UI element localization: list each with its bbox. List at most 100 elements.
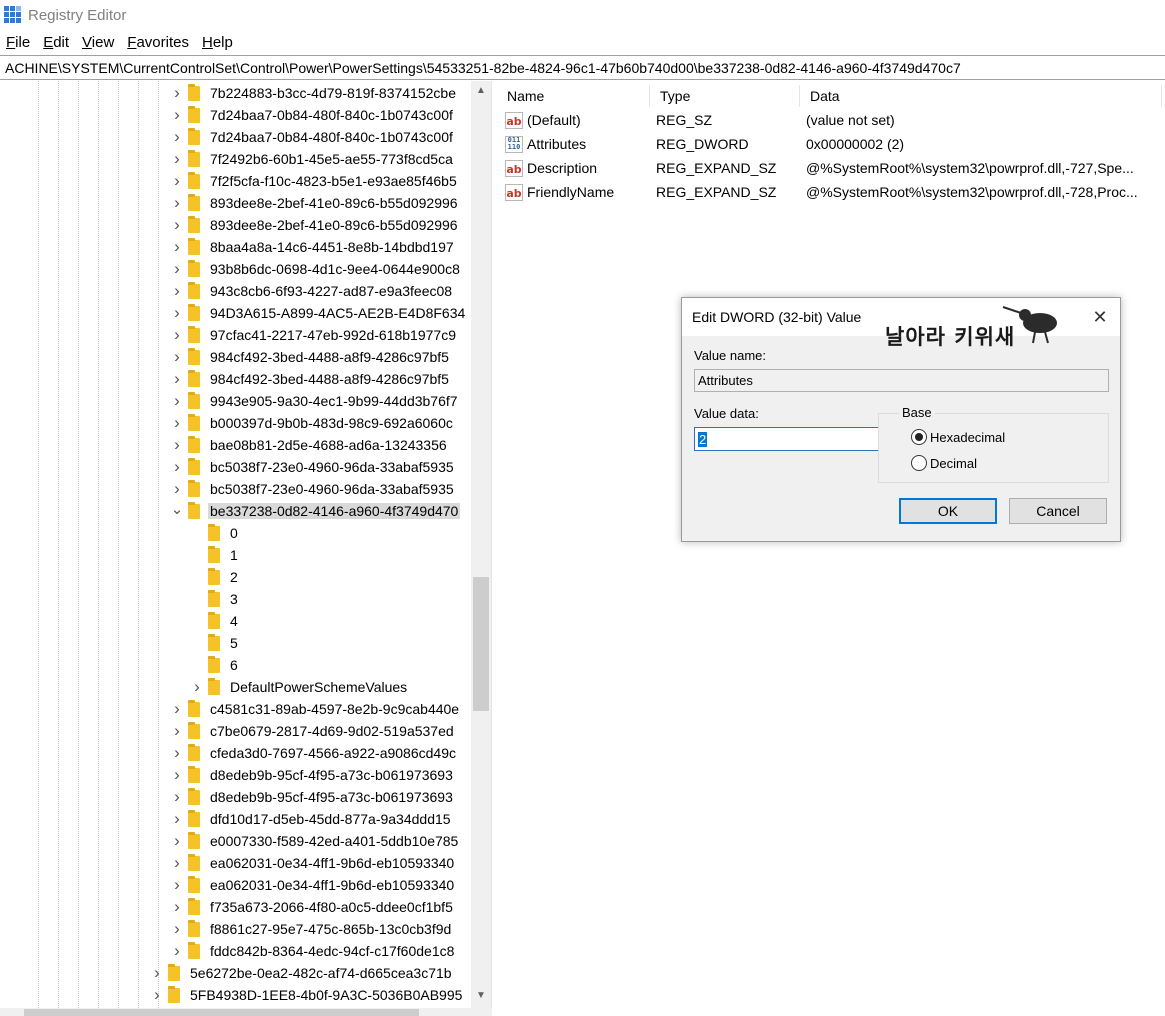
menu-help[interactable]: Help (202, 34, 233, 51)
menu-edit[interactable]: Edit (43, 34, 69, 51)
chevron-right-icon[interactable]: › (170, 368, 184, 390)
chevron-right-icon[interactable]: › (170, 742, 184, 764)
tree-node[interactable]: › c7be0679-2817-4d69-9d02-519a537ed (170, 720, 471, 742)
chevron-right-icon[interactable]: › (170, 346, 184, 368)
chevron-right-icon[interactable]: › (170, 324, 184, 346)
column-header-type[interactable]: Type (650, 85, 800, 107)
registry-tree[interactable]: › 7b224883-b3cc-4d79-819f-8374152cbe › 7d24… (0, 81, 492, 1016)
cancel-button[interactable]: Cancel (1009, 498, 1107, 524)
tree-node[interactable]: 0 (190, 522, 471, 544)
menu-favorites[interactable]: Favorites (127, 34, 189, 51)
chevron-right-icon[interactable]: › (190, 676, 204, 698)
chevron-right-icon[interactable]: › (170, 126, 184, 148)
chevron-right-icon[interactable]: › (170, 258, 184, 280)
tree-node[interactable]: › e0007330-f589-42ed-a401-5ddb10e785 (170, 830, 471, 852)
ok-button[interactable]: OK (899, 498, 997, 524)
tree-node[interactable]: › bc5038f7-23e0-4960-96da-33abaf5935 (170, 456, 471, 478)
tree-node[interactable]: › d8edeb9b-95cf-4f95-a73c-b061973693 (170, 764, 471, 786)
chevron-right-icon[interactable]: › (170, 214, 184, 236)
tree-node[interactable]: › c4581c31-89ab-4597-8e2b-9c9cab440e (170, 698, 471, 720)
scrollbar-thumb[interactable] (24, 1009, 419, 1016)
chevron-right-icon[interactable]: › (170, 720, 184, 742)
chevron-right-icon[interactable]: › (170, 236, 184, 258)
chevron-down-icon[interactable]: ⌄ (170, 500, 184, 522)
tree-node[interactable]: › f8861c27-95e7-475c-865b-13c0cb3f9d (170, 918, 471, 940)
tree-node[interactable]: › 984cf492-3bed-4488-a8f9-4286c97bf5 (170, 346, 471, 368)
chevron-right-icon[interactable]: › (170, 170, 184, 192)
tree-node[interactable]: › f735a673-2066-4f80-a0c5-ddee0cf1bf5 (170, 896, 471, 918)
tree-node[interactable]: › 7b224883-b3cc-4d79-819f-8374152cbe (170, 82, 471, 104)
scroll-down-icon[interactable]: ▼ (471, 986, 491, 1004)
tree-node[interactable]: 2 (190, 566, 471, 588)
chevron-right-icon[interactable]: › (170, 82, 184, 104)
chevron-right-icon[interactable]: › (170, 302, 184, 324)
tree-node[interactable]: › 7f2f5cfa-f10c-4823-b5e1-e93ae85f46b5 (170, 170, 471, 192)
tree-node[interactable]: › 8baa4a8a-14c6-4451-8e8b-14bdbd197 (170, 236, 471, 258)
tree-node[interactable]: › DefaultPowerSchemeValues (190, 676, 471, 698)
chevron-right-icon[interactable]: › (170, 192, 184, 214)
tree-node[interactable]: › 893dee8e-2bef-41e0-89c6-b55d092996 (170, 214, 471, 236)
values-list[interactable]: Name Type Data ab (Default) REG_SZ (value… (497, 81, 1165, 1016)
tree-node[interactable]: › 943c8cb6-6f93-4227-ad87-e9a3feec08 (170, 280, 471, 302)
tree-node[interactable]: 6 (190, 654, 471, 676)
chevron-right-icon[interactable]: › (170, 412, 184, 434)
value-row-description[interactable]: ab Description REG_EXPAND_SZ @%SystemRoot… (497, 156, 1165, 180)
chevron-right-icon[interactable]: › (170, 104, 184, 126)
column-header-name[interactable]: Name (497, 85, 650, 107)
tree-node[interactable]: 1 (190, 544, 471, 566)
value-data-input[interactable]: 2 (694, 427, 879, 451)
radio-decimal[interactable]: Decimal (911, 455, 977, 471)
tree-node[interactable]: › 5e6272be-0ea2-482c-af74-d665cea3c71b (150, 962, 471, 984)
close-icon[interactable]: ✕ (1086, 304, 1114, 330)
chevron-right-icon[interactable]: › (170, 786, 184, 808)
tree-node[interactable]: › 97cfac41-2217-47eb-992d-618b1977c9 (170, 324, 471, 346)
menu-view[interactable]: View (82, 34, 114, 51)
value-row-attributes[interactable]: 011 110 Attributes REG_DWORD 0x00000002 (2… (497, 132, 1165, 156)
chevron-right-icon[interactable]: › (150, 962, 164, 984)
chevron-right-icon[interactable]: › (170, 940, 184, 962)
tree-node[interactable]: › ea062031-0e34-4ff1-9b6d-eb10593340 (170, 852, 471, 874)
radio-button[interactable] (911, 455, 927, 471)
tree-node[interactable]: › 7d24baa7-0b84-480f-840c-1b0743c00f (170, 126, 471, 148)
radio-hexadecimal[interactable]: Hexadecimal (911, 429, 1005, 445)
tree-node[interactable]: › 984cf492-3bed-4488-a8f9-4286c97bf5 (170, 368, 471, 390)
tree-node[interactable]: 3 (190, 588, 471, 610)
tree-node[interactable]: ⌄ be337238-0d82-4146-a960-4f3749d470 (170, 500, 471, 522)
value-name-field[interactable]: Attributes (694, 369, 1109, 392)
chevron-right-icon[interactable]: › (170, 852, 184, 874)
scroll-up-icon[interactable]: ▲ (471, 81, 491, 99)
address-bar[interactable]: ACHINE\SYSTEM\CurrentControlSet\Control\… (0, 55, 1165, 80)
chevron-right-icon[interactable]: › (170, 764, 184, 786)
tree-node[interactable]: › 94D3A615-A899-4AC5-AE2B-E4D8F634 (170, 302, 471, 324)
tree-node[interactable]: › bc5038f7-23e0-4960-96da-33abaf5935 (170, 478, 471, 500)
chevron-right-icon[interactable]: › (170, 874, 184, 896)
tree-node[interactable]: › 93b8b6dc-0698-4d1c-9ee4-0644e900c8 (170, 258, 471, 280)
tree-node[interactable]: › 7d24baa7-0b84-480f-840c-1b0743c00f (170, 104, 471, 126)
tree-node[interactable]: › ea062031-0e34-4ff1-9b6d-eb10593340 (170, 874, 471, 896)
chevron-right-icon[interactable]: › (170, 148, 184, 170)
tree-node[interactable]: › 5FB4938D-1EE8-4b0f-9A3C-5036B0AB995 (150, 984, 471, 1006)
tree-node[interactable]: 4 (190, 610, 471, 632)
tree-node[interactable]: › cfeda3d0-7697-4566-a922-a9086cd49c (170, 742, 471, 764)
tree-node[interactable]: › d8edeb9b-95cf-4f95-a73c-b061973693 (170, 786, 471, 808)
chevron-right-icon[interactable]: › (170, 896, 184, 918)
tree-node[interactable]: › 9943e905-9a30-4ec1-9b99-44dd3b76f7 (170, 390, 471, 412)
chevron-right-icon[interactable]: › (170, 478, 184, 500)
chevron-right-icon[interactable]: › (170, 456, 184, 478)
tree-node[interactable]: › bae08b81-2d5e-4688-ad6a-13243356 (170, 434, 471, 456)
tree-node[interactable]: › fddc842b-8364-4edc-94cf-c17f60de1c8 (170, 940, 471, 962)
chevron-right-icon[interactable]: › (170, 390, 184, 412)
tree-node[interactable]: › b000397d-9b0b-483d-98c9-692a6060c (170, 412, 471, 434)
value-row-default[interactable]: ab (Default) REG_SZ (value not set) (497, 108, 1165, 132)
tree-horizontal-scrollbar[interactable] (0, 1008, 492, 1016)
value-row-friendlyname[interactable]: ab FriendlyName REG_EXPAND_SZ @%SystemRoo… (497, 180, 1165, 204)
tree-node[interactable]: › 7f2492b6-60b1-45e5-ae55-773f8cd5ca (170, 148, 471, 170)
chevron-right-icon[interactable]: › (170, 808, 184, 830)
menu-file[interactable]: File (6, 34, 30, 51)
chevron-right-icon[interactable]: › (150, 984, 164, 1006)
radio-button-checked[interactable] (911, 429, 927, 445)
chevron-right-icon[interactable]: › (170, 698, 184, 720)
tree-node[interactable]: › 893dee8e-2bef-41e0-89c6-b55d092996 (170, 192, 471, 214)
chevron-right-icon[interactable]: › (170, 280, 184, 302)
chevron-right-icon[interactable]: › (170, 918, 184, 940)
